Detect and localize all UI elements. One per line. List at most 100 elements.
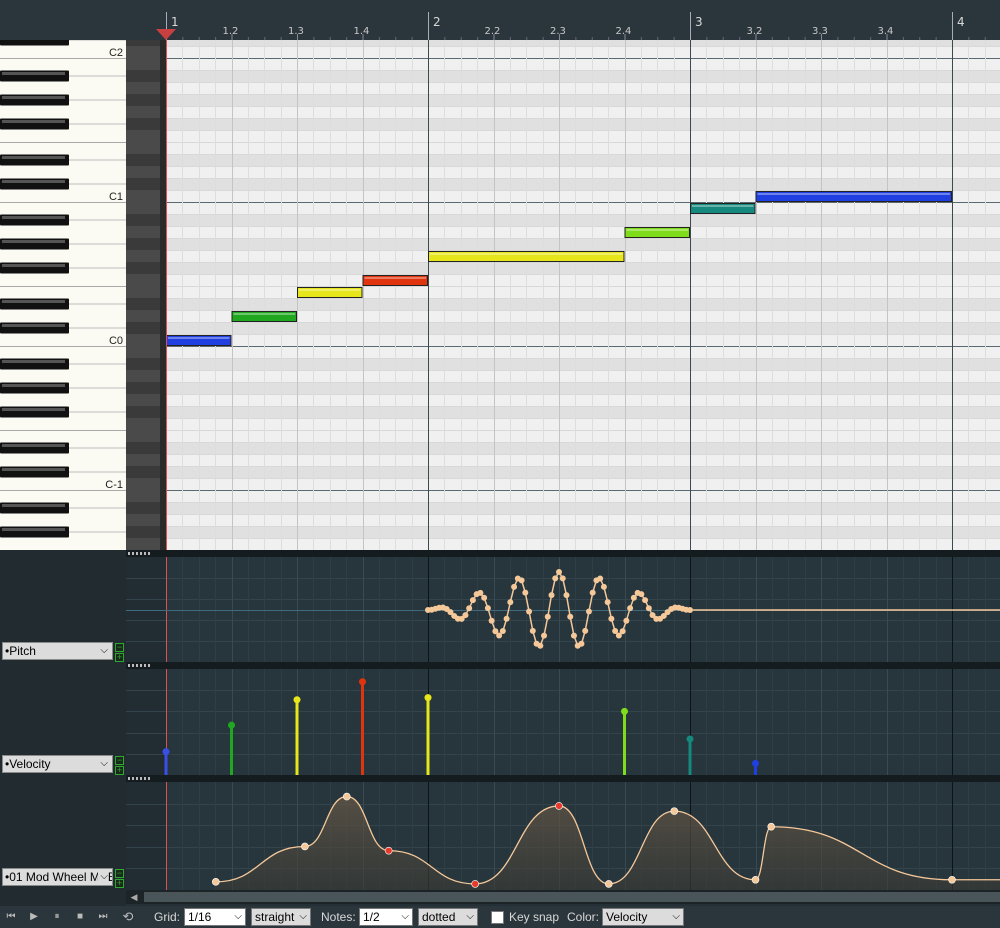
scrollbar-thumb[interactable] — [144, 892, 1000, 902]
stop-icon[interactable]: ■ — [71, 909, 89, 925]
pitch-point — [570, 632, 577, 639]
horizontal-scrollbar[interactable]: ◀ — [126, 890, 1000, 904]
lane-splitter[interactable] — [126, 775, 1000, 782]
color-value: Velocity — [606, 910, 648, 924]
pitch-point — [488, 617, 495, 624]
pitch-point — [511, 583, 518, 590]
beat-label: 3.4 — [878, 26, 894, 37]
minus-icon[interactable]: − — [115, 869, 124, 878]
grid-row — [166, 370, 1000, 382]
grip-handle[interactable] — [128, 552, 150, 555]
lane-gutter — [126, 669, 166, 775]
modwheel-lane[interactable] — [126, 782, 1000, 890]
modwheel-point — [751, 875, 760, 884]
pitch-point — [484, 605, 491, 612]
grid-row — [166, 454, 1000, 466]
beat-label: 1.3 — [288, 26, 304, 37]
black-key-shine — [2, 300, 65, 303]
black-key-shine — [2, 180, 65, 183]
grid-row — [166, 178, 1000, 190]
chevron-down-icon: ⌵ — [672, 911, 680, 922]
pitch-point — [518, 577, 525, 584]
velocity-lane[interactable] — [126, 669, 1000, 775]
midi-note — [624, 227, 690, 238]
pitch-lane-selector[interactable]: •Pitch ⌵ — [2, 642, 113, 660]
scroll-left-icon[interactable]: ◀ — [128, 891, 140, 903]
pitch-point — [578, 640, 585, 647]
grid-mode-select[interactable]: straight ⌵ — [251, 908, 311, 926]
grip-handle[interactable] — [128, 777, 150, 780]
grip-handle[interactable] — [128, 664, 150, 667]
bar-number-label: 1 — [171, 15, 179, 29]
minus-icon[interactable]: − — [115, 643, 124, 652]
velocity-head — [162, 748, 170, 756]
play-icon[interactable]: ▶ — [25, 909, 43, 925]
loop-icon[interactable]: ⟲ — [119, 909, 137, 925]
pitch-point — [526, 608, 533, 615]
black-key-shine — [2, 324, 65, 327]
modwheel-point — [767, 822, 776, 831]
pitch-point — [503, 615, 510, 622]
velocity-head — [293, 696, 301, 704]
modwheel-point — [471, 880, 479, 888]
grid-row — [166, 106, 1000, 118]
pitch-point — [556, 569, 562, 575]
pitch-point — [548, 592, 555, 599]
pitch-point — [600, 583, 607, 590]
piano-keyboard[interactable]: C2 C1 C0 C-1 — [0, 40, 126, 550]
pitch-point — [589, 589, 596, 596]
grid-mode-value: straight — [255, 910, 295, 924]
lane-bg — [126, 669, 1000, 775]
keysnap-label: Key snap — [509, 910, 560, 924]
grid-select[interactable]: 1/16 ⌵ — [184, 908, 246, 926]
lane-splitter[interactable] — [126, 662, 1000, 669]
grid-row — [166, 406, 1000, 418]
lane-gutter — [126, 557, 166, 662]
color-label: Color: — [567, 910, 600, 924]
grid-svg — [166, 40, 1000, 550]
grid-row — [166, 154, 1000, 166]
skip-start-icon[interactable]: ⏮ — [2, 909, 20, 925]
black-key-shine — [2, 96, 65, 99]
grid-row — [166, 430, 1000, 442]
black-key-shine — [2, 216, 65, 219]
keysnap-checkbox[interactable] — [491, 911, 504, 924]
notes-select[interactable]: 1/2 ⌵ — [359, 908, 413, 926]
pitch-point — [477, 589, 484, 596]
bar-number-label: 2 — [433, 15, 441, 29]
modwheel-lane-selector[interactable]: •01 Mod Wheel MSB ⌵ — [2, 868, 113, 886]
color-select[interactable]: Velocity ⌵ — [602, 908, 684, 926]
skip-end-icon[interactable]: ⏭ — [94, 909, 112, 925]
pause-icon[interactable]: ⏸ — [48, 909, 66, 925]
bar-number-label: 4 — [957, 15, 965, 29]
grid-row — [166, 142, 1000, 154]
timeline-ruler[interactable]: 1 1.2 1.3 1.4 2 2.2 2.3 2.4 3 3.2 3.3 3.4 4 — [126, 0, 1000, 40]
note-highlight — [430, 253, 623, 255]
grid-row — [166, 538, 1000, 550]
pitch-point — [627, 605, 634, 612]
velocity-stem — [295, 699, 299, 775]
lane-splitter[interactable] — [126, 550, 1000, 557]
velocity-svg — [126, 669, 1000, 775]
pitch-point — [466, 605, 473, 612]
plus-icon[interactable]: + — [115, 879, 124, 888]
notes-mode-select[interactable]: dotted ⌵ — [418, 908, 478, 926]
plus-icon[interactable]: + — [115, 766, 124, 775]
notes-mode-value: dotted — [422, 910, 456, 924]
velocity-lane-selector[interactable]: •Velocity ⌵ — [2, 755, 113, 773]
minus-icon[interactable]: − — [115, 756, 124, 765]
grid-row — [166, 262, 1000, 274]
grid-row — [166, 418, 1000, 430]
note-highlight — [168, 337, 230, 339]
pitch-point — [541, 632, 548, 639]
pitch-lane[interactable] — [126, 557, 1000, 662]
note-highlight — [299, 289, 361, 291]
plus-icon[interactable]: + — [115, 653, 124, 662]
black-key-shine — [2, 408, 65, 411]
modwheel-point — [384, 846, 393, 855]
grid-row — [166, 334, 1000, 346]
note-grid[interactable] — [166, 40, 1000, 550]
grid-row — [166, 502, 1000, 514]
midi-note — [297, 287, 363, 298]
midi-note — [428, 251, 625, 262]
